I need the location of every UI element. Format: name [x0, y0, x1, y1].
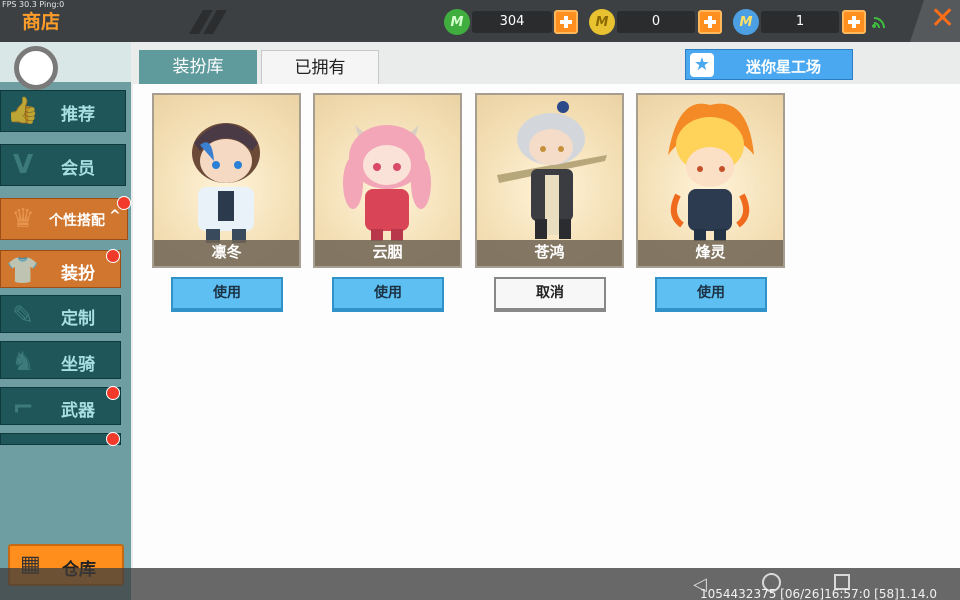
skin-name: 凛冬: [211, 243, 242, 261]
use-button[interactable]: 使用: [332, 277, 444, 312]
page-title: 商店: [22, 11, 61, 33]
mini-star-coin-icon: M: [733, 9, 759, 35]
notification-dot: [117, 196, 131, 210]
add-mini-coin-button[interactable]: [698, 10, 722, 34]
thumbs-up-icon: 👍: [6, 96, 40, 126]
debug-info: 1054432375 [06/26]16:57:0 [58]1.14.0: [700, 587, 937, 600]
notification-dot: [106, 432, 120, 446]
mini-bean-count: 304: [472, 11, 552, 33]
skin-card[interactable]: 苍鸿: [475, 93, 624, 268]
mini-star-coin-count: 1: [761, 11, 839, 33]
sidebar-item-recommend[interactable]: 👍 推荐: [0, 90, 126, 132]
skin-name: 云胭: [372, 243, 403, 261]
gun-icon: ⌐: [12, 393, 34, 423]
chevron-up-icon: ^: [109, 208, 121, 224]
skin-name: 苍鸿: [534, 243, 565, 261]
vip-icon: V: [12, 150, 34, 180]
mount-icon: ♞: [11, 347, 35, 377]
sidebar-item-partial[interactable]: [0, 433, 121, 445]
sidebar-item-label: 坐骑: [61, 355, 95, 375]
notification-dot: [106, 249, 120, 263]
sidebar-item-vip[interactable]: V 会员: [0, 144, 126, 186]
sidebar-item-personal-style[interactable]: ♛ 个性搭配 ^: [0, 198, 128, 240]
sidebar: 👍 推荐 V 会员 ♛ 个性搭配 ^ 👕 装扮 ✎ 定制 ♞ 坐骑 ⌐ 武器 ▦…: [0, 42, 131, 600]
mini-coin-icon: M: [589, 9, 615, 35]
mini-coin-count: 0: [617, 11, 695, 33]
trophy-icon: ♛: [11, 204, 35, 234]
sidebar-item-outfit[interactable]: 👕 装扮: [0, 250, 121, 288]
use-button[interactable]: 使用: [171, 277, 283, 312]
sidebar-item-label: 推荐: [61, 105, 95, 125]
skin-name: 烽灵: [695, 243, 726, 261]
pencil-icon: ✎: [12, 301, 34, 331]
skin-card[interactable]: 云胭: [313, 93, 462, 268]
sidebar-item-custom[interactable]: ✎ 定制: [0, 295, 121, 333]
sidebar-item-mount[interactable]: ♞ 坐骑: [0, 341, 121, 379]
sidebar-item-label: 武器: [61, 401, 95, 421]
sidebar-item-weapon[interactable]: ⌐ 武器: [0, 387, 121, 425]
use-button[interactable]: 使用: [655, 277, 767, 312]
add-mini-star-coin-button[interactable]: [842, 10, 866, 34]
mini-bean-icon: M: [444, 9, 470, 35]
add-mini-bean-button[interactable]: [554, 10, 578, 34]
outfit-icon: 👕: [6, 256, 40, 286]
sidebar-item-label: 定制: [61, 309, 95, 329]
signal-icon: [872, 17, 885, 29]
sidebar-item-label: 会员: [61, 159, 95, 179]
tab-outfit-library[interactable]: 装扮库: [139, 50, 257, 84]
sidebar-item-label: 装扮: [61, 264, 95, 284]
close-area[interactable]: ✕: [910, 0, 960, 42]
skin-card[interactable]: 凛冬: [152, 93, 301, 268]
close-icon[interactable]: ✕: [930, 1, 955, 36]
workshop-label: 迷你星工场: [746, 58, 822, 76]
tab-owned[interactable]: 已拥有: [261, 50, 379, 85]
star-icon: ★: [690, 53, 714, 77]
record-button[interactable]: [14, 46, 58, 90]
top-bar: FPS 30.3 Ping:0 商店 M 304 M 0 M 1 ✕: [0, 0, 960, 42]
system-nav-bar: ◁ 1054432375 [06/26]16:57:0 [58]1.14.0: [0, 568, 960, 600]
cancel-button[interactable]: 取消: [494, 277, 606, 312]
notification-dot: [106, 386, 120, 400]
workshop-button[interactable]: ★ 迷你星工场: [685, 49, 853, 80]
skin-card[interactable]: 烽灵: [636, 93, 785, 268]
sidebar-item-label: 个性搭配: [49, 213, 105, 229]
